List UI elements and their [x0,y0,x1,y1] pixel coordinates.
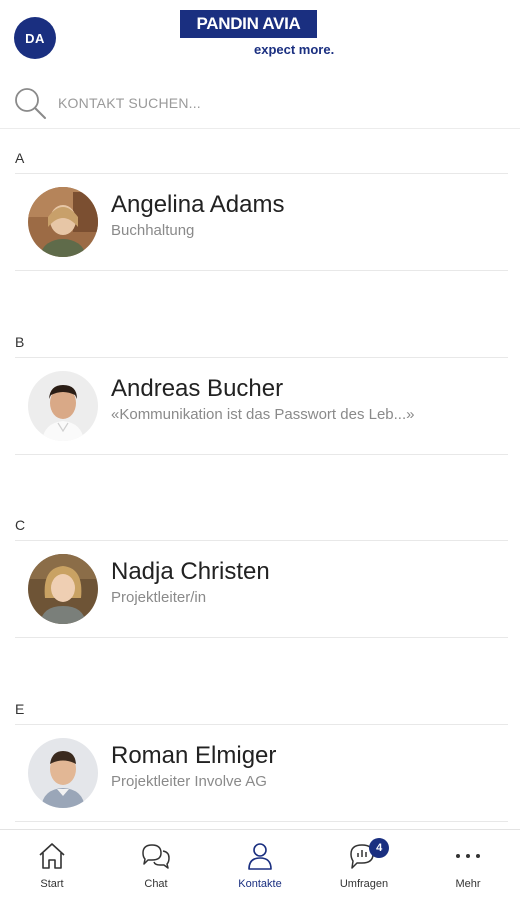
nav-item-chat[interactable]: Chat [104,830,208,900]
nav-label: Mehr [455,878,481,890]
contact-name: Andreas Bucher [111,374,284,402]
avatar-photo [28,737,98,808]
search-icon[interactable] [12,85,48,121]
contact-name: Angelina Adams [111,191,285,218]
nav-item-mehr[interactable]: Mehr [416,830,520,900]
user-initials: DA [25,30,45,46]
logo-wordmark: PANDIN AVIA [180,10,317,38]
search-input[interactable] [56,90,500,116]
nav-label: Kontakte [238,878,282,890]
user-avatar[interactable]: DA [14,17,56,59]
contact-subtitle: Projektleiter Involve AG [111,772,267,790]
section-letter: B [15,333,25,350]
home-icon [39,843,65,869]
contact-subtitle: «Kommunikation ist das Passwort des Leb.… [111,405,415,423]
nav-label: Umfragen [339,878,389,890]
section-letter: A [15,150,25,166]
section-b: B Andreas Bucher «Kommunikation ist das … [0,312,520,496]
section-letter: E [15,700,25,717]
section-a: A Angelina Adams Buchhaltung [0,128,520,312]
nav-item-umfragen[interactable]: 4 Umfragen [312,830,416,900]
contact-row[interactable]: Nadja Christen Projektleiter/in [15,541,508,638]
contact-row[interactable]: Roman Elmiger Projektleiter Involve AG [15,725,508,822]
more-icon [456,854,480,858]
avatar-photo [28,187,98,257]
contact-name: Roman Elmiger [111,741,277,769]
contact-row[interactable]: Andreas Bucher «Kommunikation ist das Pa… [15,358,508,455]
search-bar [0,78,520,129]
nav-item-kontakte[interactable]: Kontakte [208,830,312,900]
contacts-icon [248,843,272,870]
nav-item-start[interactable]: Start [0,830,104,900]
survey-badge: 4 [369,838,390,858]
section-c: C Nadja Christen Projektleiter/in [0,495,520,679]
contact-name: Nadja Christen [111,558,270,585]
app-header: DA PANDIN AVIA expect more. [0,0,520,78]
avatar-photo [28,370,98,441]
logo-tagline: expect more. [254,42,335,57]
avatar-photo [28,554,98,624]
nav-label: Chat [144,878,168,890]
contact-row[interactable]: Angelina Adams Buchhaltung [15,174,508,271]
company-logo: PANDIN AVIA expect more. [180,10,350,60]
nav-label: Start [40,878,64,890]
contact-list: A Angelina Adams Buchhaltung B Andreas B… [0,128,520,862]
contact-subtitle: Projektleiter/in [111,589,207,606]
section-letter: C [15,517,26,533]
bottom-nav: Start Chat Kontakte 4 Umfragen Mehr [0,829,520,900]
contact-subtitle: Buchhaltung [111,222,195,239]
chat-icon [142,844,170,869]
